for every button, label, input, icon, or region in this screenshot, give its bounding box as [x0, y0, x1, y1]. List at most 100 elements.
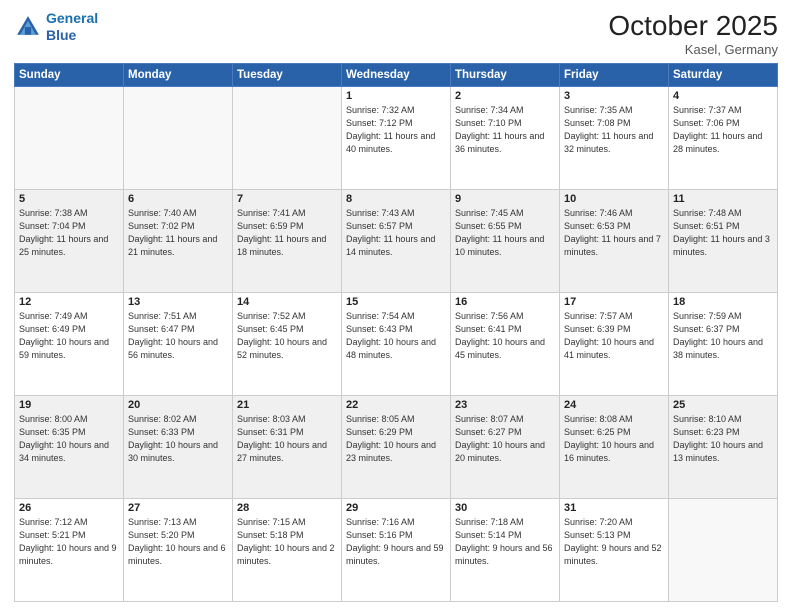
day-number: 4	[673, 90, 773, 102]
day-info: Sunrise: 8:02 AM Sunset: 6:33 PM Dayligh…	[128, 413, 228, 465]
day-info: Sunrise: 7:46 AM Sunset: 6:53 PM Dayligh…	[564, 207, 664, 259]
day-info: Sunrise: 7:16 AM Sunset: 5:16 PM Dayligh…	[346, 516, 446, 568]
day-info: Sunrise: 7:38 AM Sunset: 7:04 PM Dayligh…	[19, 207, 119, 259]
day-number: 23	[455, 399, 555, 411]
day-number: 6	[128, 193, 228, 205]
day-number: 18	[673, 296, 773, 308]
day-info: Sunrise: 7:32 AM Sunset: 7:12 PM Dayligh…	[346, 104, 446, 156]
table-row: 22 Sunrise: 8:05 AM Sunset: 6:29 PM Dayli…	[342, 396, 451, 499]
day-number: 28	[237, 502, 337, 514]
table-row: 26 Sunrise: 7:12 AM Sunset: 5:21 PM Dayli…	[15, 499, 124, 602]
table-row: 28Sunrise: 7:15 AM Sunset: 5:18 PM Dayli…	[233, 499, 342, 602]
table-row: 20 Sunrise: 8:02 AM Sunset: 6:33 PM Dayli…	[124, 396, 233, 499]
table-row: 5 Sunrise: 7:38 AM Sunset: 7:04 PM Daylig…	[15, 190, 124, 293]
day-number: 26	[19, 502, 119, 514]
day-number: 7	[237, 193, 337, 205]
day-number: 21	[237, 399, 337, 411]
day-info: Sunrise: 7:43 AM Sunset: 6:57 PM Dayligh…	[346, 207, 446, 259]
day-number: 10	[564, 193, 664, 205]
table-row	[124, 87, 233, 190]
day-number: 19	[19, 399, 119, 411]
day-number: 12	[19, 296, 119, 308]
day-info: Sunrise: 7:12 AM Sunset: 5:21 PM Dayligh…	[19, 516, 119, 568]
day-number: 17	[564, 296, 664, 308]
month-title: October 2025	[608, 10, 778, 42]
day-number: 9	[455, 193, 555, 205]
header-tuesday: Tuesday	[233, 64, 342, 87]
day-number: 13	[128, 296, 228, 308]
day-info: Sunrise: 7:41 AM Sunset: 6:59 PM Dayligh…	[237, 207, 337, 259]
logo-icon	[14, 13, 42, 41]
day-info: Sunrise: 7:54 AM Sunset: 6:43 PM Dayligh…	[346, 310, 446, 362]
day-number: 20	[128, 399, 228, 411]
day-info: Sunrise: 7:20 AM Sunset: 5:13 PM Dayligh…	[564, 516, 664, 568]
day-info: Sunrise: 8:07 AM Sunset: 6:27 PM Dayligh…	[455, 413, 555, 465]
table-row: 11Sunrise: 7:48 AM Sunset: 6:51 PM Dayli…	[669, 190, 778, 293]
table-row	[15, 87, 124, 190]
day-info: Sunrise: 8:08 AM Sunset: 6:25 PM Dayligh…	[564, 413, 664, 465]
page: General Blue October 2025 Kasel, Germany…	[0, 0, 792, 612]
day-info: Sunrise: 8:03 AM Sunset: 6:31 PM Dayligh…	[237, 413, 337, 465]
day-info: Sunrise: 7:35 AM Sunset: 7:08 PM Dayligh…	[564, 104, 664, 156]
table-row: 29 Sunrise: 7:16 AM Sunset: 5:16 PM Dayli…	[342, 499, 451, 602]
calendar-week-row: 12 Sunrise: 7:49 AM Sunset: 6:49 PM Dayli…	[15, 293, 778, 396]
table-row: 23 Sunrise: 8:07 AM Sunset: 6:27 PM Dayli…	[451, 396, 560, 499]
day-number: 14	[237, 296, 337, 308]
day-number: 27	[128, 502, 228, 514]
day-number: 25	[673, 399, 773, 411]
day-number: 11	[673, 193, 773, 205]
logo-general: General	[46, 10, 98, 26]
table-row: 1 Sunrise: 7:32 AM Sunset: 7:12 PM Daylig…	[342, 87, 451, 190]
table-row	[233, 87, 342, 190]
table-row: 21 Sunrise: 8:03 AM Sunset: 6:31 PM Dayli…	[233, 396, 342, 499]
table-row: 14 Sunrise: 7:52 AM Sunset: 6:45 PM Dayli…	[233, 293, 342, 396]
table-row: 30 Sunrise: 7:18 AM Sunset: 5:14 PM Dayli…	[451, 499, 560, 602]
day-info: Sunrise: 7:34 AM Sunset: 7:10 PM Dayligh…	[455, 104, 555, 156]
table-row: 25 Sunrise: 8:10 AM Sunset: 6:23 PM Dayli…	[669, 396, 778, 499]
calendar-week-row: 26 Sunrise: 7:12 AM Sunset: 5:21 PM Dayli…	[15, 499, 778, 602]
logo: General Blue	[14, 10, 98, 44]
day-number: 29	[346, 502, 446, 514]
table-row: 24Sunrise: 8:08 AM Sunset: 6:25 PM Dayli…	[560, 396, 669, 499]
table-row: 4Sunrise: 7:37 AM Sunset: 7:06 PM Daylig…	[669, 87, 778, 190]
day-number: 1	[346, 90, 446, 102]
table-row: 6Sunrise: 7:40 AM Sunset: 7:02 PM Daylig…	[124, 190, 233, 293]
day-info: Sunrise: 8:00 AM Sunset: 6:35 PM Dayligh…	[19, 413, 119, 465]
day-number: 5	[19, 193, 119, 205]
table-row: 3 Sunrise: 7:35 AM Sunset: 7:08 PM Daylig…	[560, 87, 669, 190]
day-info: Sunrise: 7:52 AM Sunset: 6:45 PM Dayligh…	[237, 310, 337, 362]
calendar-week-row: 19 Sunrise: 8:00 AM Sunset: 6:35 PM Dayli…	[15, 396, 778, 499]
table-row	[669, 499, 778, 602]
logo-blue: Blue	[46, 27, 98, 44]
table-row: 27Sunrise: 7:13 AM Sunset: 5:20 PM Dayli…	[124, 499, 233, 602]
day-info: Sunrise: 8:10 AM Sunset: 6:23 PM Dayligh…	[673, 413, 773, 465]
day-info: Sunrise: 7:18 AM Sunset: 5:14 PM Dayligh…	[455, 516, 555, 568]
day-number: 3	[564, 90, 664, 102]
header-monday: Monday	[124, 64, 233, 87]
header-sunday: Sunday	[15, 64, 124, 87]
table-row: 7 Sunrise: 7:41 AM Sunset: 6:59 PM Daylig…	[233, 190, 342, 293]
header: General Blue October 2025 Kasel, Germany	[14, 10, 778, 57]
day-info: Sunrise: 7:57 AM Sunset: 6:39 PM Dayligh…	[564, 310, 664, 362]
table-row: 13Sunrise: 7:51 AM Sunset: 6:47 PM Dayli…	[124, 293, 233, 396]
day-info: Sunrise: 7:49 AM Sunset: 6:49 PM Dayligh…	[19, 310, 119, 362]
table-row: 10 Sunrise: 7:46 AM Sunset: 6:53 PM Dayli…	[560, 190, 669, 293]
weekday-header-row: Sunday Monday Tuesday Wednesday Thursday…	[15, 64, 778, 87]
location: Kasel, Germany	[608, 42, 778, 57]
day-number: 22	[346, 399, 446, 411]
header-saturday: Saturday	[669, 64, 778, 87]
calendar-table: Sunday Monday Tuesday Wednesday Thursday…	[14, 63, 778, 602]
calendar-week-row: 5 Sunrise: 7:38 AM Sunset: 7:04 PM Daylig…	[15, 190, 778, 293]
day-number: 15	[346, 296, 446, 308]
day-number: 30	[455, 502, 555, 514]
table-row: 16Sunrise: 7:56 AM Sunset: 6:41 PM Dayli…	[451, 293, 560, 396]
table-row: 9Sunrise: 7:45 AM Sunset: 6:55 PM Daylig…	[451, 190, 560, 293]
day-number: 8	[346, 193, 446, 205]
day-number: 2	[455, 90, 555, 102]
table-row: 19 Sunrise: 8:00 AM Sunset: 6:35 PM Dayli…	[15, 396, 124, 499]
day-number: 16	[455, 296, 555, 308]
day-info: Sunrise: 8:05 AM Sunset: 6:29 PM Dayligh…	[346, 413, 446, 465]
calendar-week-row: 1 Sunrise: 7:32 AM Sunset: 7:12 PM Daylig…	[15, 87, 778, 190]
table-row: 31Sunrise: 7:20 AM Sunset: 5:13 PM Dayli…	[560, 499, 669, 602]
day-info: Sunrise: 7:59 AM Sunset: 6:37 PM Dayligh…	[673, 310, 773, 362]
